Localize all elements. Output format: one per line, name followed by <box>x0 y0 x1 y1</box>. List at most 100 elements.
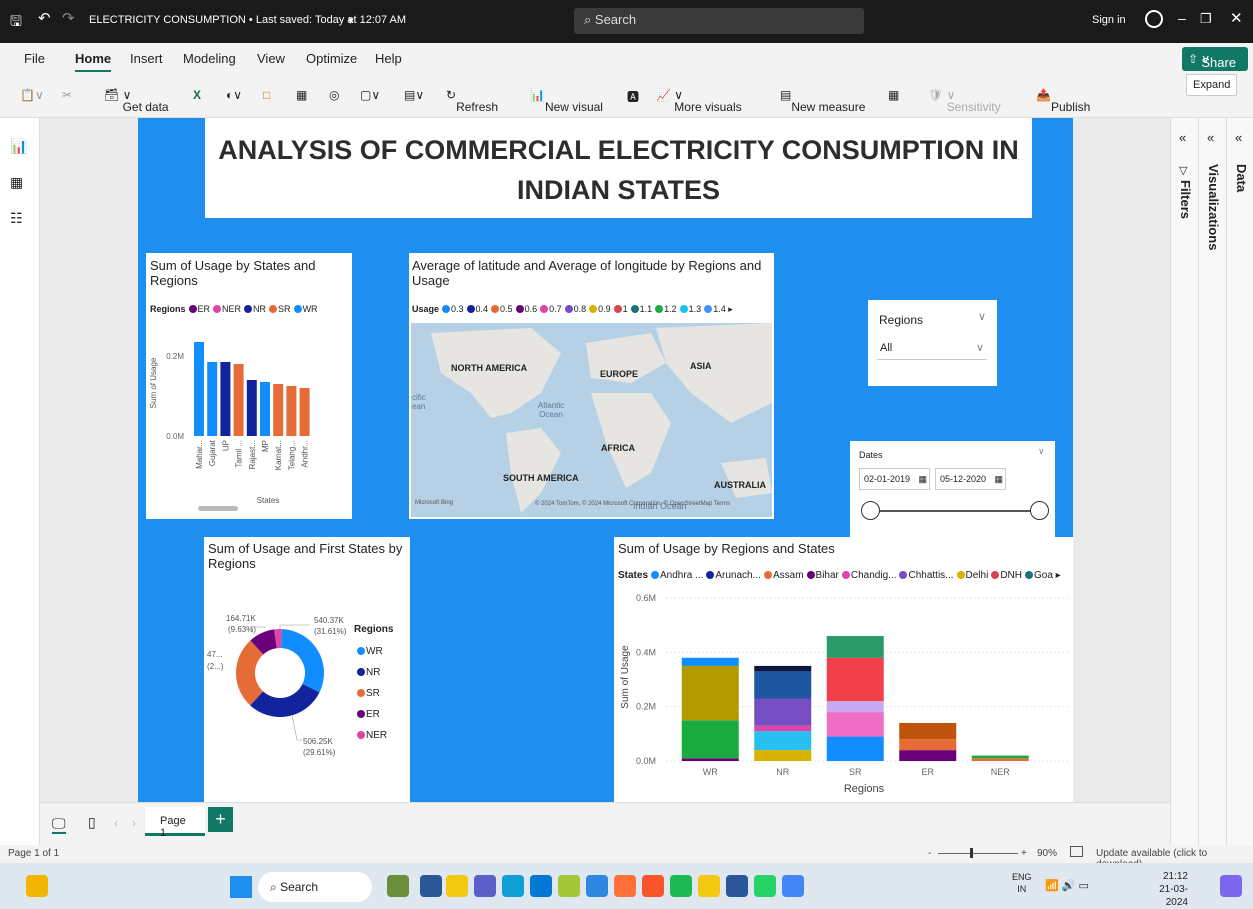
stacked-segment[interactable] <box>754 750 812 761</box>
brave-icon[interactable] <box>642 875 664 897</box>
get-data-button[interactable]: 🗃 Get data ∨ <box>104 88 169 114</box>
refresh-button[interactable]: ↻ Refresh <box>446 88 498 114</box>
bar[interactable] <box>286 386 297 436</box>
stacked-segment[interactable] <box>899 722 957 740</box>
language-indicator[interactable]: ENG IN <box>1012 871 1032 895</box>
edge-icon[interactable] <box>502 875 524 897</box>
tab-insert[interactable]: Insert <box>130 51 163 66</box>
donut-slice[interactable] <box>280 629 324 693</box>
add-page-button[interactable]: + <box>208 807 233 832</box>
zoom-thumb[interactable] <box>970 848 973 858</box>
legend-item[interactable]: 0.6 <box>513 304 537 314</box>
chevron-down-icon[interactable]: ∨ <box>1038 446 1045 457</box>
bar[interactable] <box>220 362 231 436</box>
bar[interactable] <box>273 384 284 436</box>
publish-button[interactable]: 📤 Publish <box>1036 88 1090 114</box>
legend-item[interactable]: 0.8 <box>562 304 586 314</box>
model-view-icon[interactable]: ☷ <box>10 210 23 227</box>
menu-file[interactable]: File <box>24 51 45 66</box>
recent-sources-icon[interactable]: ▢∨ <box>360 88 380 102</box>
regions-dropdown[interactable]: All ∨ <box>877 338 987 360</box>
collapse-icon[interactable]: « <box>1207 130 1214 145</box>
format-painter-icon[interactable]: ✂ <box>62 88 72 102</box>
bar[interactable] <box>246 380 257 436</box>
stacked-bar-chart[interactable]: Sum of Usage by Regions and States State… <box>614 537 1073 802</box>
bar[interactable] <box>260 382 270 436</box>
onelake-icon[interactable]: ◐∨ <box>226 88 242 102</box>
close-icon[interactable]: ✕ <box>1230 9 1243 27</box>
next-page-icon[interactable]: › <box>132 816 136 830</box>
legend-item[interactable]: 1.1 <box>628 304 652 314</box>
minimize-icon[interactable]: – <box>1178 10 1186 26</box>
legend-item[interactable]: 0.3 <box>439 304 464 314</box>
donut-slice[interactable] <box>236 640 264 706</box>
stacked-segment[interactable] <box>826 712 884 737</box>
stacked-segment[interactable] <box>754 671 812 699</box>
bar[interactable] <box>233 364 244 436</box>
sign-in-button[interactable]: Sign in <box>1092 14 1126 26</box>
stacked-segment[interactable] <box>971 755 1029 759</box>
date-slider-handle-start[interactable] <box>861 501 880 520</box>
legend-item[interactable]: WR <box>354 641 387 662</box>
desktop-layout-icon[interactable]: 🖵 <box>52 815 66 834</box>
map-visual[interactable]: Average of latitude and Average of longi… <box>409 253 774 519</box>
visualizations-pane[interactable]: « Visualizations <box>1198 118 1226 845</box>
windows-start-icon[interactable] <box>230 876 252 898</box>
document-title[interactable]: ELECTRICITY CONSUMPTION • Last saved: To… <box>89 14 406 26</box>
fit-to-page-icon[interactable] <box>1070 846 1083 857</box>
bar[interactable] <box>207 362 218 436</box>
transform-data-icon[interactable]: ▤∨ <box>404 88 424 102</box>
dates-slicer[interactable]: Dates ∨ 02-01-2019 ▦ 05-12-2020 ▦ <box>850 441 1055 537</box>
new-measure-button[interactable]: ▤ New measure <box>780 88 865 114</box>
date-slider-handle-end[interactable] <box>1030 501 1049 520</box>
search-input[interactable]: ⌕ Search <box>574 8 864 34</box>
page-tab[interactable]: Page 1 <box>145 806 205 839</box>
zoom-in-button[interactable]: + <box>1021 848 1027 859</box>
whatsapp-icon[interactable] <box>754 875 776 897</box>
dataverse-icon[interactable]: ◎ <box>329 88 339 102</box>
map-credit[interactable]: © 2024 TomTom, © 2024 Microsoft Corporat… <box>535 501 730 507</box>
legend-item[interactable]: 1 <box>611 304 628 314</box>
stacked-segment[interactable] <box>826 736 884 761</box>
tab-view[interactable]: View <box>257 51 285 66</box>
taskbar-search[interactable]: ⌕ Search <box>258 872 372 902</box>
quick-measure-icon[interactable]: ▦ <box>888 88 899 102</box>
spotify-icon[interactable] <box>670 875 692 897</box>
save-icon[interactable]: 🖫 <box>10 11 22 35</box>
restore-icon[interactable]: ❐ <box>1200 11 1212 27</box>
paste-icon[interactable]: 📋∨ <box>20 88 44 102</box>
undo-icon[interactable]: ↶ <box>38 9 51 27</box>
chevron-down-icon[interactable]: ∨ <box>978 310 986 323</box>
mobile-layout-icon[interactable]: ▯ <box>88 814 96 831</box>
stacked-segment[interactable] <box>899 739 957 751</box>
app-icon[interactable] <box>586 875 608 897</box>
tab-modeling[interactable]: Modeling <box>183 51 236 66</box>
network-sound-battery-icons[interactable]: 📶 🔊 ▭ <box>1045 879 1089 892</box>
bar-chart-states[interactable]: Sum of Usage by States and Regions Regio… <box>146 253 352 519</box>
stacked-segment[interactable] <box>681 665 739 721</box>
scrollbar[interactable] <box>198 506 238 511</box>
copilot-icon[interactable] <box>1220 875 1242 897</box>
bar[interactable] <box>194 342 204 436</box>
legend-item[interactable]: 1.2 <box>652 304 677 314</box>
stacked-segment[interactable] <box>899 750 957 761</box>
stacked-segment[interactable] <box>681 758 739 761</box>
stacked-segment[interactable] <box>754 665 812 672</box>
stacked-segment[interactable] <box>826 701 884 713</box>
legend-item[interactable]: 1.4 <box>701 304 726 314</box>
chrome-icon[interactable] <box>782 875 804 897</box>
legend-item[interactable]: NER <box>354 725 387 746</box>
sensitivity-button[interactable]: 🛡 Sensitivity ∨ <box>928 88 1001 114</box>
power-bi-icon[interactable] <box>698 875 720 897</box>
store-icon[interactable] <box>530 875 552 897</box>
stacked-segment[interactable] <box>971 758 1029 761</box>
more-visuals-button[interactable]: 📈 More visuals ∨ <box>656 88 742 114</box>
stacked-segment[interactable] <box>754 725 812 732</box>
excel-icon[interactable]: X <box>193 88 201 102</box>
legend-item[interactable]: ER <box>354 704 387 725</box>
map-area[interactable]: NORTH AMERICA EUROPE ASIA Atlantic Ocean… <box>411 323 772 517</box>
date-to-input[interactable]: 05-12-2020 ▦ <box>935 468 1006 490</box>
text-box-icon[interactable]: 🅰 <box>627 88 639 105</box>
bar[interactable] <box>299 388 310 436</box>
zoom-level[interactable]: 90% <box>1037 848 1057 859</box>
